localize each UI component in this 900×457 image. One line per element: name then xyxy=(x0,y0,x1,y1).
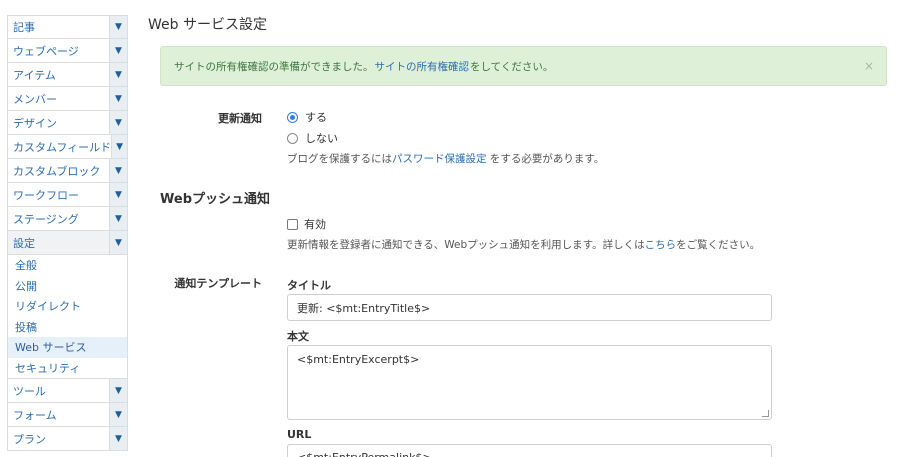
alert-text: サイトの所有権確認の準備ができました。 xyxy=(174,60,374,73)
chevron-down-icon[interactable]: ▼ xyxy=(109,231,127,254)
page-title: Web サービス設定 xyxy=(148,17,267,33)
sidebar-item-label: カスタムフィールド xyxy=(13,140,112,154)
radio-label: する xyxy=(305,111,327,124)
sidebar-item-custom-fields[interactable]: カスタムフィールド ▼ xyxy=(7,135,128,159)
chevron-down-icon[interactable]: ▼ xyxy=(111,135,127,158)
title-field-label: タイトル xyxy=(287,279,331,292)
body-textarea-value: <$mt:EntryExcerpt$> xyxy=(297,353,420,366)
radio-notify-yes[interactable]: する xyxy=(287,109,327,125)
hint-text: 更新情報を登録者に通知できる、Webプッシュ通知を利用します。詳しくは xyxy=(287,239,645,251)
sidebar-item-members[interactable]: メンバー ▼ xyxy=(7,87,128,111)
update-notify-label: 更新通知 xyxy=(218,112,262,125)
web-push-hint: 更新情報を登録者に通知できる、Webプッシュ通知を利用します。詳しくはこちらをご… xyxy=(287,237,760,252)
sidebar-item-label: ステージング xyxy=(13,212,79,226)
template-label: 通知テンプレート xyxy=(174,277,262,290)
success-alert: サイトの所有権確認の準備ができました。 サイトの所有権確認 をしてください。 × xyxy=(160,46,887,86)
chevron-down-icon[interactable]: ▼ xyxy=(109,63,127,86)
submenu-item-web-services[interactable]: Web サービス xyxy=(8,337,127,358)
sidebar-item-forms[interactable]: フォーム ▼ xyxy=(7,403,128,427)
radio-unchecked-icon[interactable] xyxy=(287,132,298,144)
sidebar-item-label: 記事 xyxy=(13,21,35,34)
hint-text-end: をする必要があります。 xyxy=(486,153,605,165)
sidebar-item-label: ツール xyxy=(13,384,46,398)
chevron-down-icon[interactable]: ▼ xyxy=(109,159,127,182)
body-field-label: 本文 xyxy=(287,330,309,343)
sidebar-item-label: メンバー xyxy=(13,92,57,106)
sidebar-item-assets[interactable]: アイテム ▼ xyxy=(7,63,128,87)
submenu-item-general[interactable]: 全般 xyxy=(8,255,127,276)
sidebar-item-design[interactable]: デザイン ▼ xyxy=(7,111,128,135)
checkbox-icon[interactable] xyxy=(287,218,298,230)
chevron-down-icon[interactable]: ▼ xyxy=(109,207,127,230)
checkbox-label: 有効 xyxy=(304,218,326,231)
close-icon[interactable]: × xyxy=(864,59,874,73)
sidebar-item-label: カスタムブロック xyxy=(13,164,101,178)
web-push-section-title: Webプッシュ通知 xyxy=(160,192,270,207)
submenu-item-publish[interactable]: 公開 xyxy=(8,276,127,297)
sidebar-item-label: ワークフロー xyxy=(13,188,79,202)
site-verification-link[interactable]: サイトの所有権確認 xyxy=(375,59,470,74)
sidebar-item-tools[interactable]: ツール ▼ xyxy=(7,379,128,403)
sidebar-item-label: プラン xyxy=(13,432,46,446)
sidebar-item-label: デザイン xyxy=(13,116,57,130)
sidebar-item-entries[interactable]: 記事 ▼ xyxy=(7,15,128,39)
sidebar-menu: 記事 ▼ ウェブページ ▼ アイテム ▼ メンバー ▼ デザイン ▼ カスタムフィールド ▼… xyxy=(7,15,128,451)
submenu-item-redirect[interactable]: リダイレクト xyxy=(8,296,127,317)
sidebar-item-workflow[interactable]: ワークフロー ▼ xyxy=(7,183,128,207)
sidebar-item-custom-blocks[interactable]: カスタムブロック ▼ xyxy=(7,159,128,183)
resize-handle-icon[interactable] xyxy=(762,410,769,417)
details-link[interactable]: こちら xyxy=(645,239,677,251)
chevron-down-icon[interactable]: ▼ xyxy=(109,427,127,450)
hint-text-end: をご覧ください。 xyxy=(676,239,761,251)
sidebar-item-label: ウェブページ xyxy=(13,44,79,58)
sidebar-item-label: アイテム xyxy=(13,68,56,82)
chevron-down-icon[interactable]: ▼ xyxy=(109,87,127,110)
alert-text-end: をしてください。 xyxy=(470,60,554,73)
body-textarea[interactable]: <$mt:EntryExcerpt$> xyxy=(287,345,772,420)
chevron-down-icon[interactable]: ▼ xyxy=(109,183,127,206)
title-input[interactable]: 更新: <$mt:EntryTitle$> xyxy=(287,294,772,321)
sidebar-item-label: 設定 xyxy=(13,236,35,250)
sidebar-item-settings[interactable]: 設定 ▼ xyxy=(7,231,128,255)
sidebar-item-label: フォーム xyxy=(13,408,57,422)
submenu-item-posting[interactable]: 投稿 xyxy=(8,317,127,338)
url-input[interactable]: <$mt:EntryPermalink$> xyxy=(287,444,772,457)
hint-text: ブログを保護するには xyxy=(287,153,392,165)
sidebar-item-staging[interactable]: ステージング ▼ xyxy=(7,207,128,231)
url-field-label: URL xyxy=(287,428,312,441)
chevron-down-icon[interactable]: ▼ xyxy=(109,39,127,62)
submenu-item-security[interactable]: セキュリティ xyxy=(8,358,127,379)
web-push-enable-checkbox[interactable]: 有効 xyxy=(287,216,326,232)
sidebar-item-plan[interactable]: プラン ▼ xyxy=(7,427,128,451)
chevron-down-icon[interactable]: ▼ xyxy=(109,379,127,402)
radio-label: しない xyxy=(305,132,338,145)
radio-checked-icon[interactable] xyxy=(287,111,298,123)
password-protect-link[interactable]: パスワード保護設定 xyxy=(392,153,487,165)
chevron-down-icon[interactable]: ▼ xyxy=(109,16,127,38)
chevron-down-icon[interactable]: ▼ xyxy=(109,111,127,134)
update-notify-hint: ブログを保護するにはパスワード保護設定 をする必要があります。 xyxy=(287,151,604,166)
sidebar-item-webpages[interactable]: ウェブページ ▼ xyxy=(7,39,128,63)
chevron-down-icon[interactable]: ▼ xyxy=(109,403,127,426)
settings-submenu: 全般 公開 リダイレクト 投稿 Web サービス セキュリティ xyxy=(7,255,128,379)
radio-notify-no[interactable]: しない xyxy=(287,130,338,146)
